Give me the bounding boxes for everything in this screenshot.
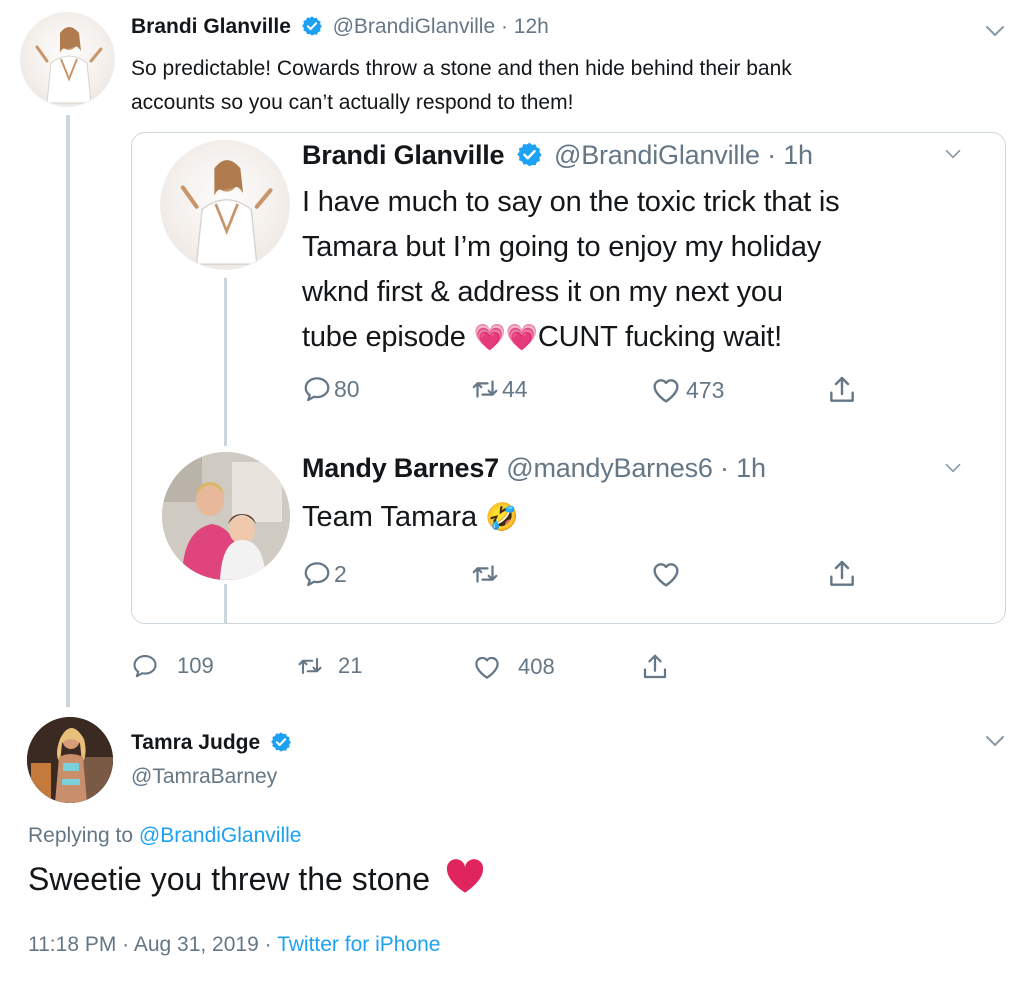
verified-badge-icon (301, 15, 323, 37)
tweet-time[interactable]: · 1h (767, 140, 813, 170)
share-icon (826, 558, 858, 590)
reply-action[interactable]: 109 (131, 652, 214, 680)
tweet-header: Tamra Judge (131, 731, 292, 756)
retweet-icon (470, 374, 500, 404)
share-icon (640, 652, 670, 682)
author-handle[interactable]: @TamraBarney (131, 765, 277, 789)
tweet-text-line: I have much to say on the toxic trick th… (302, 186, 840, 218)
tweet-text-line: wknd first & address it on my next you (302, 276, 783, 308)
tweet-timestamp[interactable]: 11:18 PM · Aug 31, 2019 · (28, 933, 272, 956)
thread-line (66, 115, 70, 707)
chevron-down-icon[interactable] (984, 24, 1006, 38)
tweet-text-fragment: tube episode (302, 321, 466, 353)
chevron-down-icon[interactable] (944, 148, 962, 160)
quoted-tweet-text: I have much to say on the toxic trick th… (302, 180, 840, 360)
retweet-icon (470, 559, 500, 589)
chevron-down-icon[interactable] (944, 462, 962, 474)
sparkling-heart-emoji: 💗 (505, 322, 538, 352)
verified-badge-icon (516, 141, 543, 168)
heart-icon (650, 558, 682, 590)
tweet-header: Brandi Glanville @BrandiGlanville · 12h (131, 15, 549, 40)
retweet-action[interactable] (470, 559, 500, 589)
thread-line (224, 584, 227, 624)
reply-action[interactable]: 2 (302, 559, 347, 589)
replying-to-handle[interactable]: @BrandiGlanville (139, 824, 302, 847)
like-count: 473 (686, 376, 725, 403)
tweet-meta: 11:18 PM · Aug 31, 2019 · Twitter for iP… (28, 933, 440, 957)
share-action[interactable] (826, 558, 858, 590)
retweet-action[interactable]: 21 (296, 652, 362, 680)
author-name[interactable]: Tamra Judge (131, 731, 260, 754)
tweet-text: So predictable! Cowards throw a stone an… (131, 52, 792, 120)
quoted-reply-text: Team Tamara 🤣 (302, 497, 519, 537)
like-action[interactable]: 408 (472, 652, 555, 682)
author-handle[interactable]: @mandyBarnes6 (506, 453, 713, 483)
tweet-text-fragment: Team Tamara (302, 501, 478, 533)
avatar-brandi[interactable] (20, 12, 115, 107)
retweet-icon (296, 652, 324, 680)
heart-icon (472, 652, 502, 682)
reply-count: 109 (177, 653, 214, 678)
retweet-count: 21 (338, 653, 363, 678)
tweet-text-line: Tamara but I’m going to enjoy my holiday (302, 231, 822, 263)
like-count: 408 (518, 654, 555, 679)
tweet-text: Sweetie you threw the stone (28, 857, 485, 905)
replying-to: Replying to @BrandiGlanville (28, 824, 301, 848)
reply-count: 2 (334, 560, 347, 587)
rolling-laughing-emoji: 🤣 (485, 502, 519, 532)
reply-icon (302, 374, 332, 404)
share-action[interactable] (826, 374, 858, 406)
avatar-mandy[interactable] (162, 452, 290, 580)
retweet-count: 44 (502, 375, 528, 402)
tweet-text-fragment: Sweetie you threw the stone (28, 861, 431, 897)
chevron-down-icon[interactable] (984, 734, 1006, 748)
avatar-brandi-quoted[interactable] (160, 140, 290, 270)
retweet-action[interactable]: 44 (470, 374, 528, 404)
reply-icon (131, 652, 159, 680)
replying-to-label: Replying to (28, 824, 134, 847)
share-icon (826, 374, 858, 406)
heart-icon (650, 374, 682, 406)
author-handle[interactable]: @BrandiGlanville (333, 15, 496, 38)
tweet-text-line: accounts so you can’t actually respond t… (131, 91, 574, 114)
tweet-text-line: tube episode 💗💗CUNT fucking wait! (302, 315, 839, 360)
reply-count: 80 (334, 375, 360, 402)
author-name[interactable]: Mandy Barnes7 (302, 453, 499, 483)
sparkling-heart-emoji: 💗 (473, 322, 506, 352)
verified-badge-icon (270, 731, 292, 753)
tweet-time[interactable]: · 12h (501, 15, 549, 38)
like-action[interactable]: 473 (650, 374, 724, 406)
share-action[interactable] (640, 652, 670, 682)
like-action[interactable] (650, 558, 682, 590)
tweet-text-fragment: CUNT fucking wait! (537, 321, 782, 353)
author-name[interactable]: Brandi Glanville (131, 15, 291, 38)
author-name[interactable]: Brandi Glanville (302, 140, 505, 170)
tweet-time[interactable]: · 1h (720, 453, 766, 483)
reply-action[interactable]: 80 (302, 374, 360, 404)
quoted-tweet-header: Brandi Glanville @BrandiGlanville · 1h (302, 140, 813, 172)
author-handle[interactable]: @BrandiGlanville (554, 140, 760, 170)
red-heart-icon (445, 858, 485, 905)
avatar-tamra[interactable] (27, 717, 113, 803)
quoted-reply-header: Mandy Barnes7 @mandyBarnes6 · 1h (302, 453, 766, 484)
thread-line (224, 278, 227, 446)
reply-icon (302, 559, 332, 589)
tweet-source[interactable]: Twitter for iPhone (277, 933, 440, 956)
tweet-text-line: So predictable! Cowards throw a stone an… (131, 57, 792, 80)
